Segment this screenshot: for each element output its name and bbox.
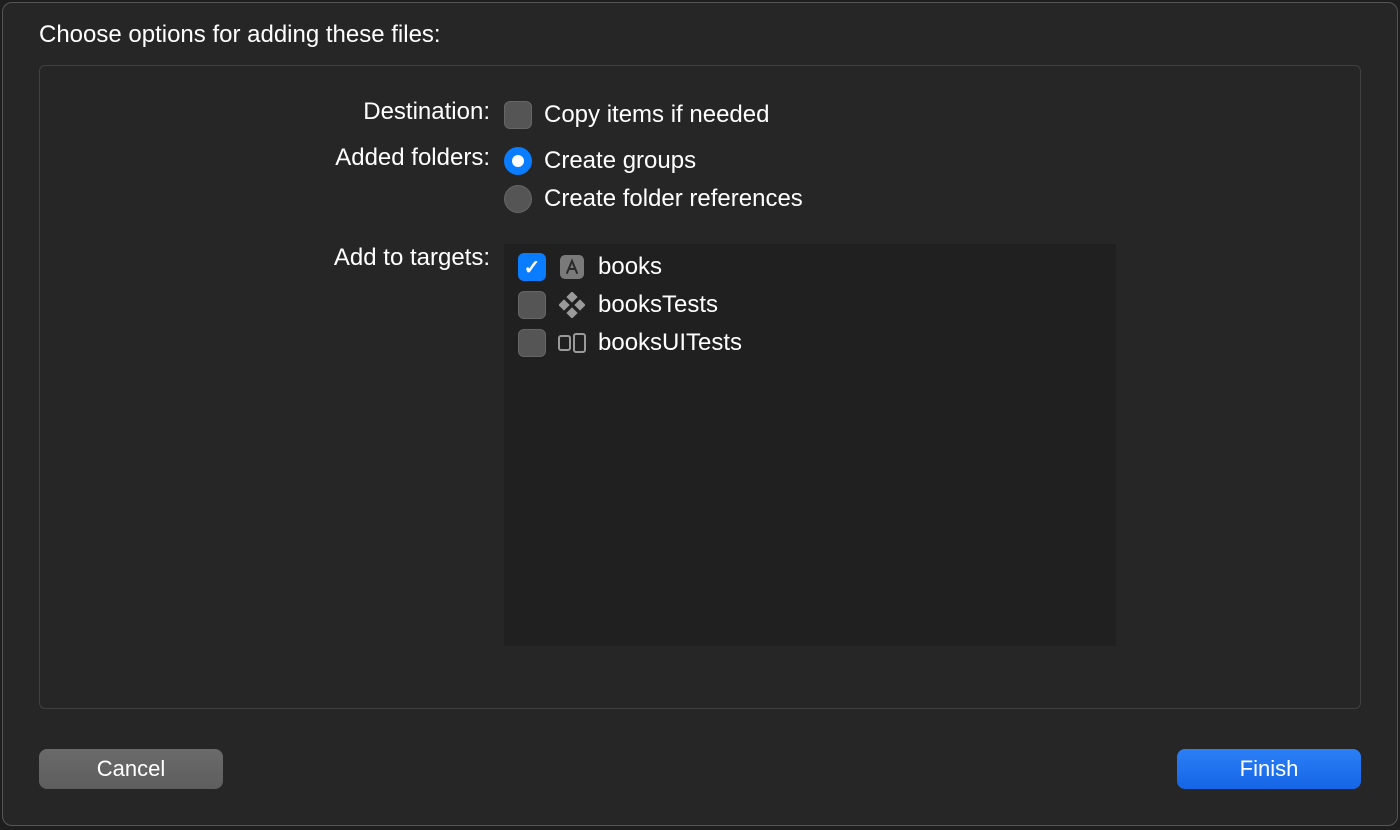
dialog-title: Choose options for adding these files: bbox=[3, 3, 1397, 61]
finish-button[interactable]: Finish bbox=[1177, 749, 1361, 789]
add-targets-row: Add to targets: books bbox=[60, 242, 1340, 646]
create-groups-radio[interactable] bbox=[504, 147, 532, 175]
target-row[interactable]: booksUITests bbox=[518, 324, 1102, 362]
create-references-label: Create folder references bbox=[544, 185, 803, 213]
target-checkbox[interactable] bbox=[518, 329, 546, 357]
destination-row: Destination: Copy items if needed bbox=[60, 96, 1340, 134]
copy-items-option[interactable]: Copy items if needed bbox=[504, 96, 1340, 134]
target-name: booksUITests bbox=[598, 329, 742, 357]
add-targets-label: Add to targets: bbox=[60, 242, 504, 274]
target-row[interactable]: books bbox=[518, 248, 1102, 286]
dialog-footer: Cancel Finish bbox=[3, 709, 1397, 825]
tests-icon bbox=[558, 291, 586, 319]
added-folders-row: Added folders: Create groups Create fold… bbox=[60, 142, 1340, 218]
targets-list[interactable]: books booksTests bbox=[504, 244, 1116, 646]
create-groups-label: Create groups bbox=[544, 147, 696, 175]
target-name: booksTests bbox=[598, 291, 718, 319]
create-references-radio[interactable] bbox=[504, 185, 532, 213]
options-panel: Destination: Copy items if needed Added … bbox=[39, 65, 1361, 709]
ui-tests-icon bbox=[558, 329, 586, 357]
destination-label: Destination: bbox=[60, 96, 504, 128]
target-checkbox[interactable] bbox=[518, 291, 546, 319]
add-files-dialog: Choose options for adding these files: D… bbox=[2, 2, 1398, 826]
added-folders-label: Added folders: bbox=[60, 142, 504, 174]
create-groups-option[interactable]: Create groups bbox=[504, 142, 1340, 180]
target-checkbox[interactable] bbox=[518, 253, 546, 281]
create-references-option[interactable]: Create folder references bbox=[504, 180, 1340, 218]
copy-items-label: Copy items if needed bbox=[544, 101, 769, 129]
cancel-button[interactable]: Cancel bbox=[39, 749, 223, 789]
copy-items-checkbox[interactable] bbox=[504, 101, 532, 129]
target-row[interactable]: booksTests bbox=[518, 286, 1102, 324]
target-name: books bbox=[598, 253, 662, 281]
app-icon bbox=[558, 253, 586, 281]
